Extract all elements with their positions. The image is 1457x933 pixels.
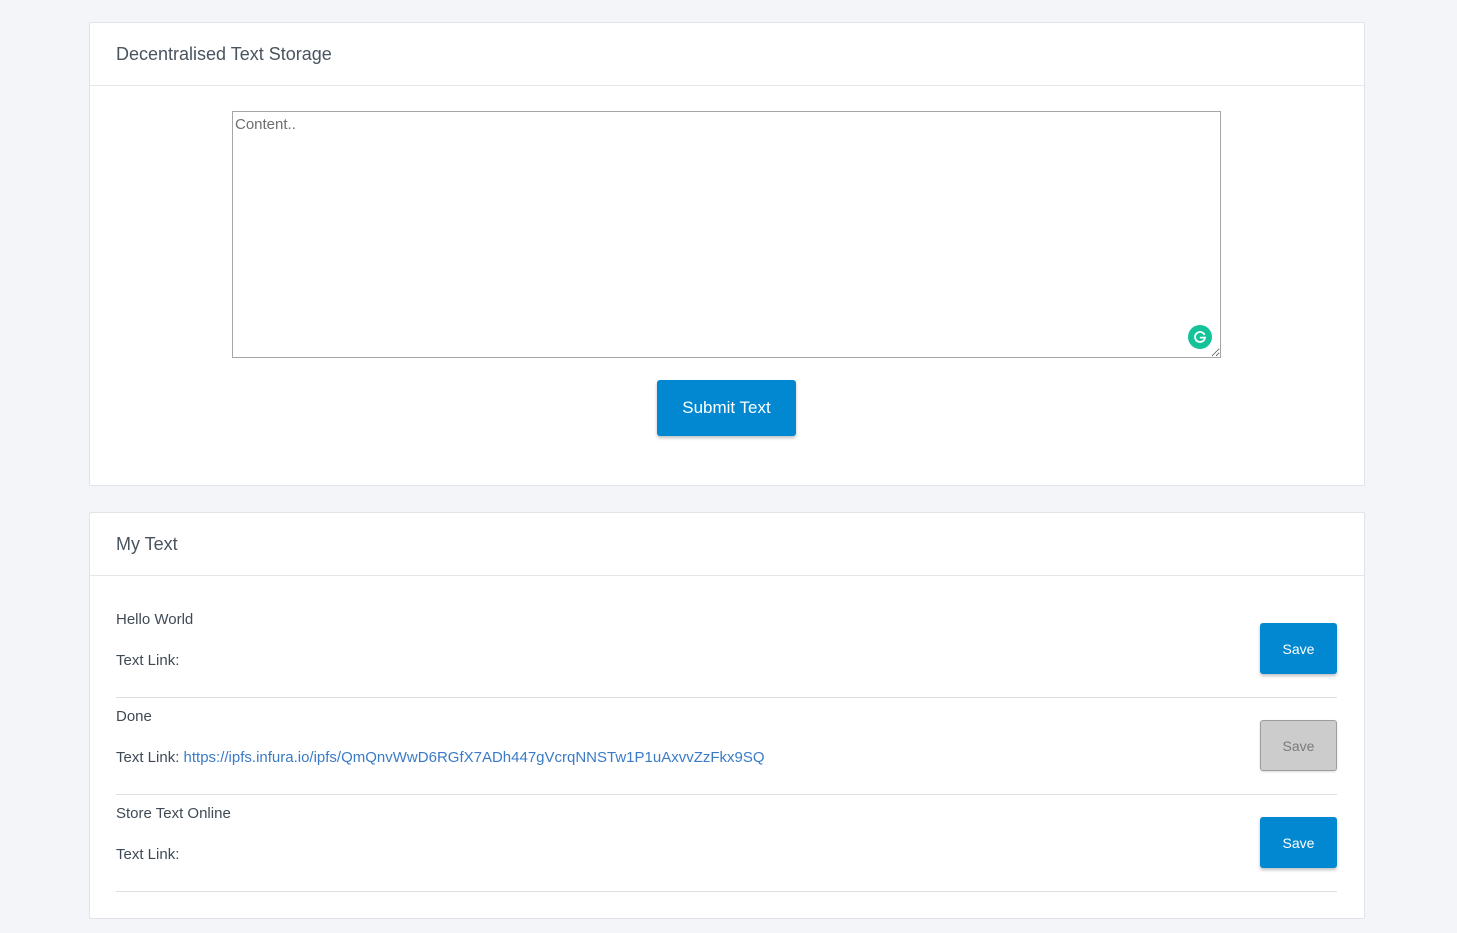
text-item-title: Hello World [116,611,194,628]
storage-card-title: Decentralised Text Storage [116,43,332,64]
text-item-title: Store Text Online [116,805,231,822]
storage-card: Decentralised Text Storage Submit Text [89,22,1365,486]
save-button-disabled[interactable]: Save [1260,720,1337,771]
text-list: Hello World Text Link: Save Done Text Li… [116,601,1337,892]
save-button[interactable]: Save [1260,623,1337,674]
text-link-label: Text Link: [116,652,180,669]
my-text-card-header: My Text [90,513,1364,576]
text-link-label: Text Link: [116,846,180,863]
text-link-label: Text Link: [116,749,184,766]
text-item-title: Done [116,708,152,725]
storage-card-header: Decentralised Text Storage [90,23,1364,86]
text-list-item: Hello World Text Link: Save [116,601,1337,698]
submit-text-button[interactable]: Submit Text [657,380,796,436]
content-textarea[interactable] [232,111,1221,358]
text-list-item: Done Text Link: https://ipfs.infura.io/i… [116,698,1337,795]
text-item-link-row: Text Link: https://ipfs.infura.io/ipfs/Q… [116,749,765,766]
text-list-item: Store Text Online Text Link: Save [116,795,1337,892]
save-button[interactable]: Save [1260,817,1337,868]
text-link-url[interactable]: https://ipfs.infura.io/ipfs/QmQnvWwD6RGf… [184,749,765,766]
my-text-card-title: My Text [116,533,178,554]
text-item-link-row: Text Link: [116,846,179,863]
text-item-link-row: Text Link: [116,652,179,669]
my-text-card: My Text Hello World Text Link: Save Done… [89,512,1365,919]
content-textarea-wrapper [232,111,1221,358]
grammarly-icon[interactable] [1188,325,1212,349]
